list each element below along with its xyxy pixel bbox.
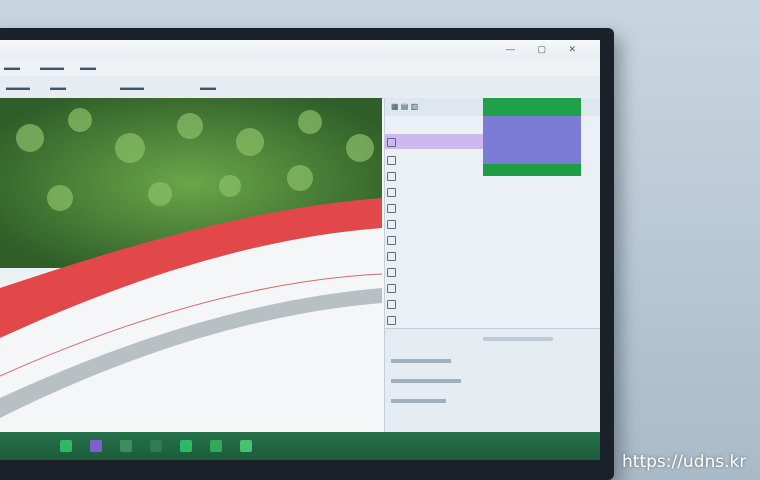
placeholder-bar: [391, 359, 451, 363]
taskbar-app-icon[interactable]: [210, 440, 222, 452]
row-icon: [387, 156, 396, 165]
row-icon: [387, 300, 396, 309]
slider-track[interactable]: [483, 337, 553, 341]
hedge-photo-preview: [0, 98, 382, 460]
green-bar: [483, 164, 581, 176]
taskbar-app-icon[interactable]: [90, 440, 102, 452]
taskbar-app-icon[interactable]: [240, 440, 252, 452]
toolbar: ▬▬▬ ▬▬ ▬▬▬ ▬▬: [0, 76, 600, 99]
photo-illustration: [0, 98, 382, 460]
row-icon: [387, 268, 396, 277]
row-icon: [387, 138, 396, 147]
toolbar-item[interactable]: ▬▬▬: [120, 83, 144, 92]
row-icon: [387, 316, 396, 325]
row-icon: [387, 236, 396, 245]
window-controls-icon[interactable]: — ▢ ✕: [506, 40, 586, 58]
spreadsheet-icon[interactable]: ▦ ▤ ▥: [391, 102, 418, 111]
menu-item[interactable]: ▬▬▬: [40, 63, 64, 72]
row-icon: [387, 220, 396, 229]
menu-item[interactable]: ▬▬: [80, 63, 96, 72]
monitor-bezel: — ▢ ✕ ▬▬ ▬▬▬ ▬▬ ▬▬▬ ▬▬ ▬▬▬ ▬▬ ▦ ▤ ▥: [0, 28, 614, 480]
menu-item[interactable]: ▬▬: [4, 63, 20, 72]
highlighted-row[interactable]: [385, 134, 483, 149]
row-icon: [387, 204, 396, 213]
placeholder-bar: [391, 399, 446, 403]
row-icon: [387, 172, 396, 181]
taskbar-app-icon[interactable]: [150, 440, 162, 452]
toolbar-item[interactable]: ▬▬: [200, 83, 216, 92]
menu-bar: ▬▬ ▬▬▬ ▬▬: [0, 58, 600, 76]
green-header: [483, 98, 581, 116]
monitor-screen: — ▢ ✕ ▬▬ ▬▬▬ ▬▬ ▬▬▬ ▬▬ ▬▬▬ ▬▬ ▦ ▤ ▥: [0, 40, 600, 460]
row-icon: [387, 284, 396, 293]
toolbar-item[interactable]: ▬▬▬: [6, 83, 30, 92]
taskbar: [0, 432, 600, 460]
purple-selection[interactable]: [483, 116, 581, 164]
row-icon: [387, 252, 396, 261]
spreadsheet-panel: ▦ ▤ ▥: [384, 98, 600, 460]
window-titlebar: — ▢ ✕: [0, 40, 600, 58]
placeholder-bar: [391, 379, 461, 383]
row-icon: [387, 188, 396, 197]
toolbar-item[interactable]: ▬▬: [50, 83, 66, 92]
taskbar-app-icon[interactable]: [120, 440, 132, 452]
taskbar-app-icon[interactable]: [60, 440, 72, 452]
watermark-text: https://udns.kr: [622, 452, 747, 472]
taskbar-app-icon[interactable]: [180, 440, 192, 452]
